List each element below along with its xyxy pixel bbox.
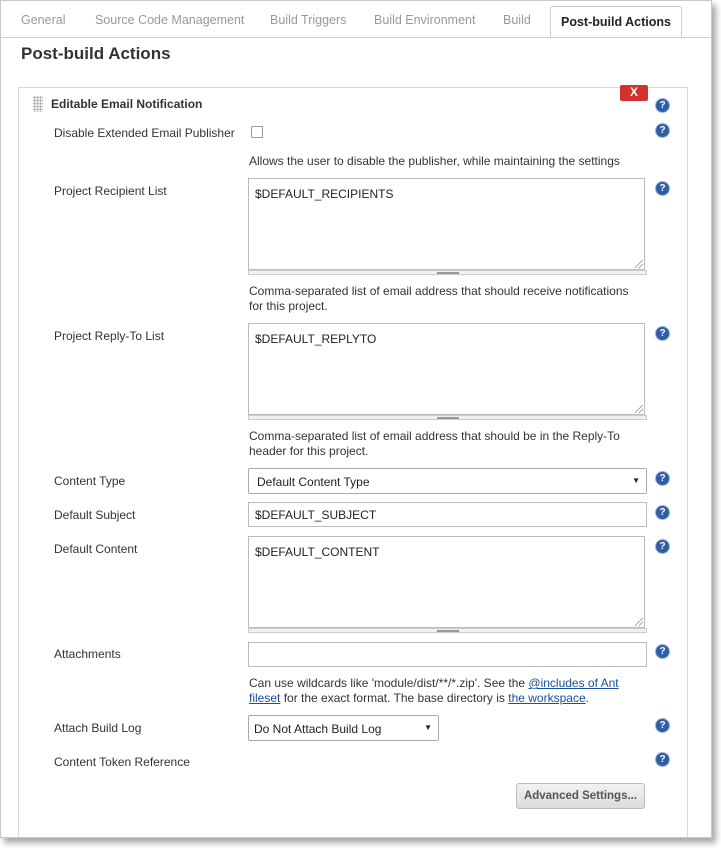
help-icon[interactable]: ? [655,539,670,554]
default-content-value: $DEFAULT_CONTENT [255,545,380,559]
dropdown-arrow-icon: ▼ [424,723,432,732]
attachments-input[interactable] [248,642,647,667]
attach-build-log-select[interactable]: Do Not Attach Build Log ▼ [248,715,439,741]
advanced-settings-button[interactable]: Advanced Settings... [516,783,645,809]
config-tab-bar: General Source Code Management Build Tri… [1,1,711,38]
help-icon[interactable]: ? [655,718,670,733]
tab-general[interactable]: General [21,13,65,27]
attachments-description: Can use wildcards like 'module/dist/**/*… [249,676,639,706]
content-type-select[interactable]: Default Content Type ▼ [248,468,647,494]
recipient-list-label: Project Recipient List [54,184,167,198]
help-icon[interactable]: ? [655,326,670,341]
help-icon[interactable]: ? [655,181,670,196]
default-content-label: Default Content [54,542,138,556]
jenkins-config-window: General Source Code Management Build Tri… [0,0,712,838]
delete-section-button[interactable]: X [620,85,648,101]
page-title: Post-build Actions [21,44,171,63]
drag-grip-icon[interactable] [33,96,43,112]
content-type-label: Content Type [54,474,126,488]
recipient-list-value: $DEFAULT_RECIPIENTS [255,187,394,201]
recipient-list-textarea[interactable]: $DEFAULT_RECIPIENTS [248,178,645,270]
recipient-list-resize-bar[interactable] [248,270,647,275]
tab-source-code-management[interactable]: Source Code Management [95,13,244,27]
resize-grip-icon[interactable] [635,405,643,413]
help-icon[interactable]: ? [655,471,670,486]
default-content-resize-bar[interactable] [248,628,647,633]
reply-to-list-description: Comma-separated list of email address th… [249,429,620,458]
default-subject-input[interactable]: $DEFAULT_SUBJECT [248,502,647,527]
attachments-description-text: . [585,691,589,705]
attachments-label: Attachments [54,647,121,661]
dropdown-arrow-icon: ▼ [632,476,640,485]
help-icon[interactable]: ? [655,505,670,520]
resize-grip-icon[interactable] [635,618,643,626]
reply-to-list-value: $DEFAULT_REPLYTO [255,332,377,346]
disable-publisher-checkbox[interactable] [251,126,263,138]
content-token-reference-label: Content Token Reference [54,755,190,769]
tab-post-build-actions[interactable]: Post-build Actions [550,6,682,37]
help-icon[interactable]: ? [655,123,670,138]
help-icon[interactable]: ? [655,644,670,659]
disable-publisher-description: Allows the user to disable the publisher… [249,154,620,168]
content-type-selected: Default Content Type [257,475,370,489]
attach-build-log-selected: Do Not Attach Build Log [254,722,382,736]
attachments-description-text: for the exact format. The base directory… [280,691,509,705]
attachments-description-text: Can use wildcards like 'module/dist/**/*… [249,676,529,690]
default-subject-label: Default Subject [54,508,136,522]
tab-build-triggers[interactable]: Build Triggers [270,13,346,27]
reply-to-list-textarea[interactable]: $DEFAULT_REPLYTO [248,323,645,415]
disable-publisher-label: Disable Extended Email Publisher [54,126,235,140]
help-icon[interactable]: ? [655,98,670,113]
resize-grip-icon[interactable] [635,260,643,268]
default-content-textarea[interactable]: $DEFAULT_CONTENT [248,536,645,628]
section-title: Editable Email Notification [51,97,203,111]
tab-build-environment[interactable]: Build Environment [374,13,475,27]
attach-build-log-label: Attach Build Log [54,721,142,735]
reply-to-list-label: Project Reply-To List [54,329,165,343]
recipient-list-description: Comma-separated list of email address th… [249,284,629,313]
workspace-link[interactable]: the workspace [508,691,585,705]
reply-to-list-resize-bar[interactable] [248,415,647,420]
tab-build[interactable]: Build [503,13,531,27]
help-icon[interactable]: ? [655,752,670,767]
